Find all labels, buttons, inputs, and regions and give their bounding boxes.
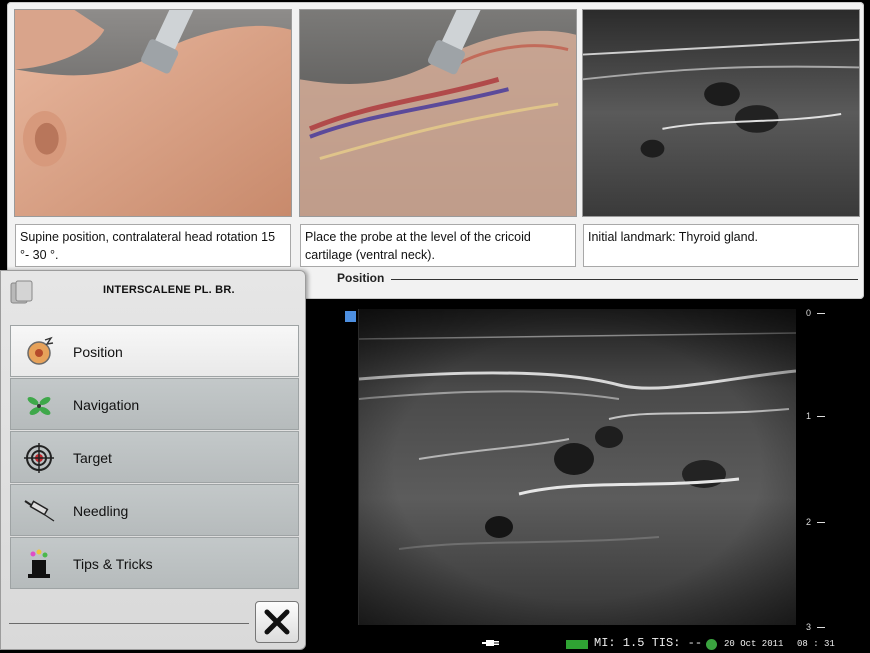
orientation-marker xyxy=(345,311,356,322)
date-arrow-icon xyxy=(706,639,717,650)
menu-item-target[interactable]: Target xyxy=(10,431,299,483)
caption-landmark: Initial landmark: Thyroid gland. xyxy=(583,224,859,267)
menu-item-navigation[interactable]: Navigation xyxy=(10,378,299,430)
ultrasound-image[interactable] xyxy=(358,309,796,625)
cards-icon xyxy=(10,280,33,304)
menu-label-position: Position xyxy=(73,344,123,360)
depth-scale: 0 1 2 3 xyxy=(806,306,846,636)
menu-list: Position Navigation Target Needling Tips… xyxy=(10,325,299,590)
syringe-icon xyxy=(24,500,55,522)
power-plug-icon xyxy=(482,640,499,646)
menu-label-tips-tricks: Tips & Tricks xyxy=(73,556,153,572)
date-readout: 20 Oct 2011 xyxy=(724,639,784,649)
menu-label-needling: Needling xyxy=(73,503,129,519)
close-icon xyxy=(264,609,290,635)
menu-item-position[interactable]: Position xyxy=(10,325,299,377)
mi-indicator-bar xyxy=(566,640,588,649)
depth-tick-1: 1 xyxy=(806,411,826,421)
close-button[interactable] xyxy=(255,601,299,643)
anatomy-illustration xyxy=(299,9,577,217)
patient-position-illustration xyxy=(14,9,292,217)
menu-label-navigation: Navigation xyxy=(73,397,140,413)
menu-title: INTERSCALENE PL. BR. xyxy=(103,284,235,296)
section-title: Position xyxy=(337,271,385,285)
depth-tick-3: 3 xyxy=(806,622,826,632)
menu-label-target: Target xyxy=(73,450,112,466)
navigation-icon xyxy=(27,397,51,415)
depth-tick-0: 0 xyxy=(806,308,826,318)
caption-position: Supine position, contralateral head rota… xyxy=(15,224,291,267)
section-divider xyxy=(391,279,858,280)
menu-item-tips-tricks[interactable]: Tips & Tricks xyxy=(10,537,299,589)
mi-tis-readout: MI: 1.5 TIS: -- xyxy=(594,636,703,650)
guide-panel: Supine position, contralateral head rota… xyxy=(7,2,864,299)
position-icon xyxy=(27,336,54,365)
menu-item-needling[interactable]: Needling xyxy=(10,484,299,536)
depth-tick-2: 2 xyxy=(806,517,826,527)
block-menu-panel: INTERSCALENE PL. BR. Position Navigation xyxy=(0,270,306,650)
caption-probe-placement: Place the probe at the level of the cric… xyxy=(300,224,576,267)
menu-divider xyxy=(9,623,249,624)
initial-ultrasound-image xyxy=(582,9,860,217)
target-icon xyxy=(24,443,54,473)
magic-hat-icon xyxy=(28,549,50,578)
time-readout: 08 : 31 xyxy=(797,639,835,649)
